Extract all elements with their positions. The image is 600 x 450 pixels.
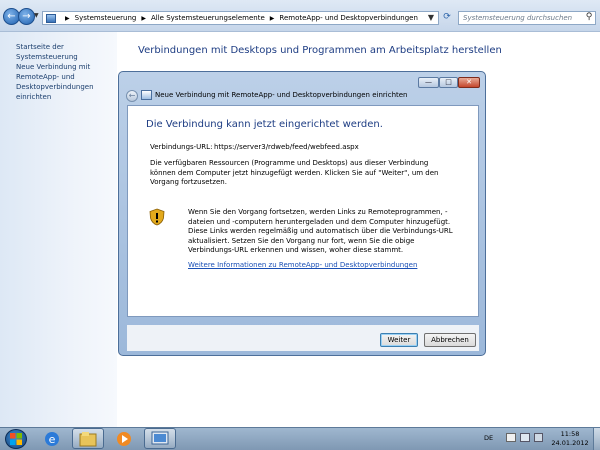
back-icon[interactable]: ← [126, 90, 138, 102]
dropdown-icon[interactable]: ▼ [424, 11, 438, 25]
recent-pages-chevron-icon[interactable]: ▼ [34, 12, 41, 20]
taskbar-explorer-icon[interactable] [72, 428, 104, 449]
start-button[interactable] [5, 429, 27, 449]
forward-arrow-icon[interactable]: → [18, 8, 35, 25]
action-center-flag-icon[interactable] [506, 433, 516, 442]
dialog-heading: Die Verbindung kann jetzt eingerichtet w… [146, 119, 383, 130]
windows-logo-icon [10, 433, 22, 445]
address-bar-area: ← → ▼ ▶ Systemsteuerung ▶ Alle Systemste… [0, 0, 600, 32]
show-desktop-button[interactable] [593, 428, 600, 450]
remote-desktop-icon [141, 90, 152, 100]
minimize-icon[interactable]: — [418, 77, 439, 88]
search-icon[interactable]: ⚲ [582, 11, 596, 25]
security-shield-icon [149, 208, 165, 226]
breadcrumb-item[interactable]: Systemsteuerung [75, 14, 137, 22]
close-icon[interactable]: ✕ [458, 77, 480, 88]
maximize-icon[interactable]: □ [439, 77, 458, 88]
chevron-right-icon[interactable]: ▶ [270, 15, 275, 22]
more-info-link[interactable]: Weitere Informationen zu RemoteApp- und … [188, 261, 417, 269]
url-label: Verbindungs-URL: [150, 143, 213, 151]
warning-text: Wenn Sie den Vorgang fortsetzen, werden … [188, 208, 453, 254]
control-panel-icon [46, 13, 56, 23]
breadcrumb-item[interactable]: Alle Systemsteuerungselemente [151, 14, 265, 22]
language-indicator[interactable]: DE [484, 434, 493, 442]
url-value: https://server3/rdweb/feed/webfeed.aspx [214, 143, 359, 151]
search-input[interactable]: Systemsteuerung durchsuchen [458, 11, 596, 25]
sidebar-item-home[interactable]: Startseite der Systemsteuerung [16, 42, 116, 62]
taskbar-control-panel-icon[interactable] [144, 428, 176, 449]
volume-icon[interactable] [534, 433, 543, 442]
clock-date[interactable]: 24.01.2012 [548, 439, 592, 447]
description-text: Die verfügbaren Ressourcen (Programme un… [150, 159, 439, 186]
page-title: Verbindungen mit Desktops und Programmen… [138, 45, 502, 56]
chevron-right-icon[interactable]: ▶ [65, 15, 70, 22]
chevron-right-icon[interactable]: ▶ [141, 15, 146, 22]
breadcrumb-item[interactable]: RemoteApp- und Desktopverbindungen [279, 14, 418, 22]
network-icon[interactable] [520, 433, 530, 442]
svg-text:e: e [49, 433, 56, 446]
sidebar: Startseite der Systemsteuerung Neue Verb… [0, 32, 117, 427]
refresh-icon[interactable]: ⟳ [440, 11, 454, 25]
taskbar-internet-explorer-icon[interactable]: e [36, 428, 68, 449]
dialog-title: Neue Verbindung mit RemoteApp- und Deskt… [155, 91, 408, 99]
clock-time[interactable]: 11:58 [548, 430, 592, 438]
breadcrumb: ▶ Systemsteuerung ▶ Alle Systemsteuerung… [42, 11, 439, 25]
cancel-button[interactable]: Abbrechen [424, 333, 476, 347]
next-button[interactable]: Weiter [380, 333, 418, 347]
sidebar-item-new-connection[interactable]: Neue Verbindung mit RemoteApp- und Deskt… [16, 62, 116, 102]
taskbar-media-player-icon[interactable] [108, 428, 140, 449]
